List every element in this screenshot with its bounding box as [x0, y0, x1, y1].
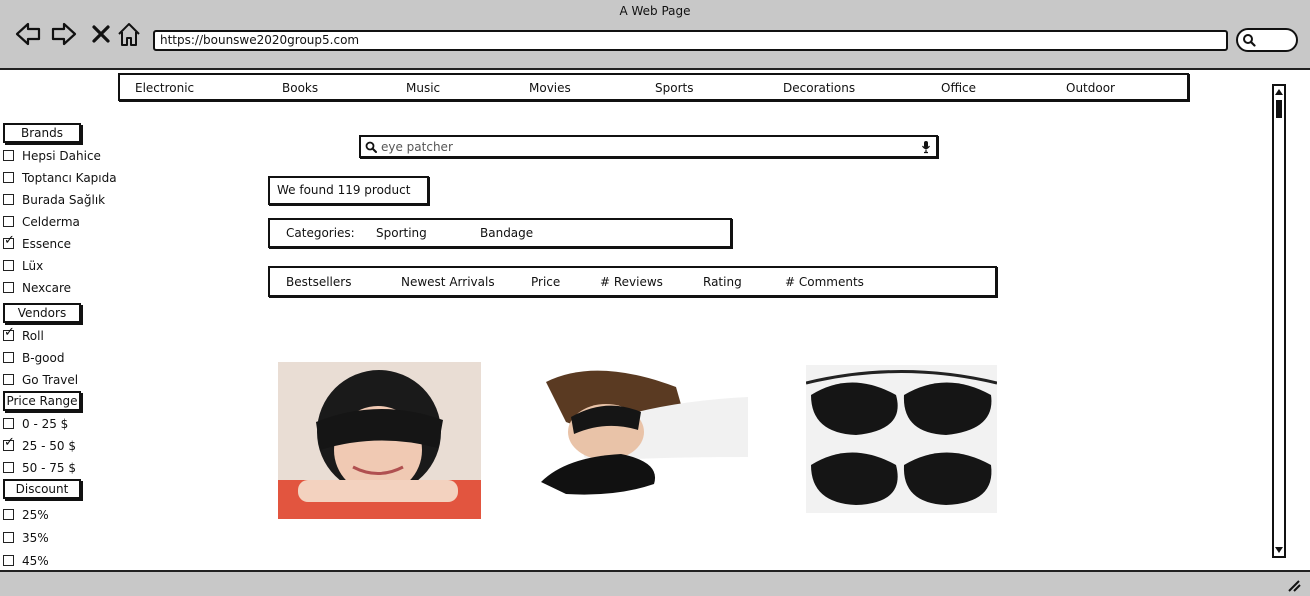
- close-icon[interactable]: [88, 20, 116, 48]
- status-bar: [0, 570, 1310, 596]
- product-image: [278, 362, 481, 519]
- discount-header: Discount: [3, 479, 81, 499]
- search-icon: [1243, 34, 1256, 47]
- category-filter-bar: Categories: Sporting Bandage: [268, 218, 732, 248]
- checkbox[interactable]: [3, 435, 15, 451]
- results-count: We found 119 product: [277, 183, 411, 197]
- checkbox[interactable]: [3, 216, 14, 227]
- vendor-option[interactable]: Go Travel: [3, 372, 78, 388]
- search-icon: [365, 141, 377, 153]
- brand-option[interactable]: Toptancı Kapıda: [3, 170, 117, 186]
- nav-decorations[interactable]: Decorations: [783, 81, 855, 95]
- sort-newest-arrivals[interactable]: Newest Arrivals: [401, 275, 495, 289]
- price-range-header: Price Range: [3, 391, 81, 411]
- sort-bestsellers[interactable]: Bestsellers: [286, 275, 351, 289]
- nav-sports[interactable]: Sports: [655, 81, 693, 95]
- scroll-thumb[interactable]: [1276, 100, 1282, 118]
- sort-comments[interactable]: # Comments: [785, 275, 864, 289]
- discount-option[interactable]: 35%: [3, 530, 49, 546]
- price-option[interactable]: 0 - 25 $: [3, 416, 68, 432]
- nav-office[interactable]: Office: [941, 81, 976, 95]
- product-card-eye-mask-sleeping-woman[interactable]: [526, 362, 748, 499]
- category-chip-bandage[interactable]: Bandage: [480, 226, 533, 240]
- nav-music[interactable]: Music: [406, 81, 440, 95]
- product-search: [359, 135, 938, 158]
- resize-grip-icon[interactable]: [1286, 578, 1302, 592]
- checkbox[interactable]: [3, 462, 14, 473]
- checkbox[interactable]: [3, 194, 14, 205]
- brand-option[interactable]: Lüx: [3, 258, 43, 274]
- checkbox[interactable]: [3, 260, 14, 271]
- vertical-scrollbar[interactable]: [1272, 84, 1286, 558]
- checkbox[interactable]: [3, 555, 14, 566]
- brand-option[interactable]: Hepsi Dahice: [3, 148, 101, 164]
- vendor-option[interactable]: B-good: [3, 350, 64, 366]
- checkbox[interactable]: [3, 374, 14, 385]
- price-option[interactable]: 50 - 75 $: [3, 460, 76, 476]
- checkbox[interactable]: [3, 418, 14, 429]
- sort-price[interactable]: Price: [531, 275, 560, 289]
- search-input[interactable]: [381, 138, 901, 155]
- categories-label: Categories:: [286, 226, 355, 240]
- results-count-box: We found 119 product: [268, 176, 429, 205]
- price-option[interactable]: 25 - 50 $: [3, 435, 76, 454]
- brand-option[interactable]: Celderma: [3, 214, 80, 230]
- brands-header: Brands: [3, 123, 81, 143]
- product-card-eye-mask-girl[interactable]: [278, 362, 481, 519]
- nav-books[interactable]: Books: [282, 81, 318, 95]
- checkbox[interactable]: [3, 172, 14, 183]
- browser-chrome: A Web Page https://bounswe2020group5.com: [0, 0, 1310, 70]
- vendor-option[interactable]: Roll: [3, 325, 44, 344]
- nav-electronic[interactable]: Electronic: [135, 81, 194, 95]
- browser-search-pill[interactable]: [1236, 28, 1298, 52]
- checkbox[interactable]: [3, 352, 14, 363]
- brand-option[interactable]: Burada Sağlık: [3, 192, 105, 208]
- sort-rating[interactable]: Rating: [703, 275, 742, 289]
- discount-option[interactable]: 25%: [3, 507, 49, 523]
- checkbox[interactable]: [3, 150, 14, 161]
- nav-movies[interactable]: Movies: [529, 81, 571, 95]
- back-arrow-icon[interactable]: [14, 20, 42, 48]
- category-nav-bar: Electronic Books Music Movies Sports Dec…: [118, 73, 1189, 101]
- checkbox[interactable]: [3, 532, 14, 543]
- checkbox[interactable]: [3, 325, 15, 341]
- brand-option[interactable]: Essence: [3, 233, 71, 252]
- forward-arrow-icon[interactable]: [50, 20, 78, 48]
- sort-bar: Bestsellers Newest Arrivals Price # Revi…: [268, 266, 997, 297]
- product-card-eye-mask-set-of-four[interactable]: [806, 365, 997, 513]
- checkbox[interactable]: [3, 509, 14, 520]
- product-image: [806, 365, 997, 513]
- vendors-header: Vendors: [3, 303, 81, 323]
- sort-reviews[interactable]: # Reviews: [600, 275, 663, 289]
- window-title: A Web Page: [619, 4, 691, 18]
- category-chip-sporting[interactable]: Sporting: [376, 226, 427, 240]
- home-icon[interactable]: [116, 20, 144, 48]
- microphone-icon[interactable]: [921, 140, 931, 154]
- scroll-down-arrow-icon[interactable]: [1275, 547, 1283, 553]
- scroll-up-arrow-icon[interactable]: [1275, 89, 1283, 95]
- checkbox[interactable]: [3, 282, 14, 293]
- brand-option[interactable]: Nexcare: [3, 280, 71, 296]
- discount-option[interactable]: 45%: [3, 553, 49, 569]
- product-image: [526, 362, 748, 499]
- address-bar[interactable]: https://bounswe2020group5.com: [153, 30, 1228, 51]
- nav-outdoor[interactable]: Outdoor: [1066, 81, 1115, 95]
- checkbox[interactable]: [3, 233, 15, 249]
